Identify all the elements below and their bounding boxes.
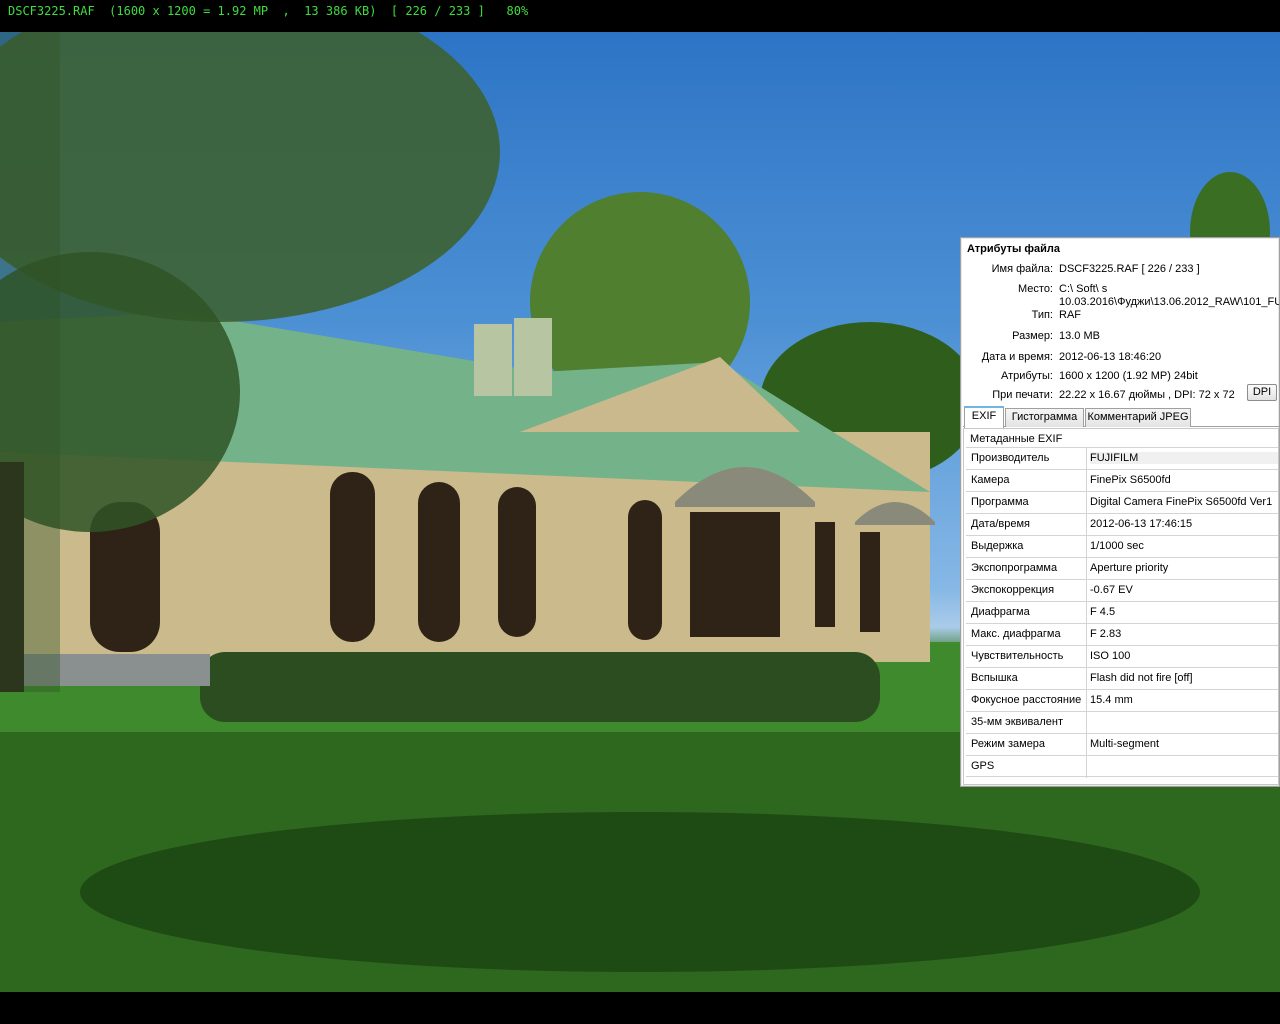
exif-value: Aperture priority xyxy=(1090,562,1169,574)
property-label: Дата и время: xyxy=(981,351,1053,363)
property-value: 22.22 x 16.67 дюймы , DPI: 72 x 72 xyxy=(1059,389,1235,401)
exif-key: Чувствительность xyxy=(971,650,1064,662)
exif-row[interactable]: Фокусное расстояние 15.4 mm xyxy=(966,689,1278,712)
exif-metadata-box: Метаданные EXIF Производитель FUJIFILM Ка… xyxy=(963,428,1279,785)
exif-value: ISO 100 xyxy=(1090,650,1131,662)
property-value: 1600 x 1200 (1.92 MP) 24bit xyxy=(1059,370,1198,382)
exif-value: FinePix S6500fd xyxy=(1090,474,1171,486)
exif-row[interactable]: Дата/время 2012-06-13 17:46:15 xyxy=(966,513,1278,536)
exif-key: Выдержка xyxy=(971,540,1024,552)
property-value: 10.03.2016\Фуджи\13.06.2012_RAW\101_FUJI xyxy=(1059,296,1280,308)
exif-row[interactable]: Программа Digital Camera FinePix S6500fd … xyxy=(966,491,1278,514)
exif-row[interactable]: Режим замера Multi-segment xyxy=(966,733,1278,756)
property-value: 2012-06-13 18:46:20 xyxy=(1059,351,1162,363)
exif-row[interactable]: 35-мм эквивалент xyxy=(966,711,1278,734)
status-bar: DSCF3225.RAF (1600 x 1200 = 1.92 MP , 13… xyxy=(0,0,1280,32)
exif-row[interactable]: Экспопрограмма Aperture priority xyxy=(966,557,1278,580)
exif-row[interactable]: GPS xyxy=(966,755,1278,778)
exif-key: Дата/время xyxy=(971,518,1031,530)
exif-value: Multi-segment xyxy=(1090,738,1160,750)
exif-value: 1/1000 sec xyxy=(1090,540,1144,552)
exif-value: Flash did not fire [off] xyxy=(1090,672,1193,684)
exif-key: Макс. диафрагма xyxy=(971,628,1061,640)
exif-row[interactable]: Вспышка Flash did not fire [off] xyxy=(966,667,1278,690)
exif-value: FUJIFILM xyxy=(1090,452,1278,464)
property-label: Тип: xyxy=(1031,309,1053,321)
file-attributes-panel: Атрибуты файла Имя файла: DSCF3225.RAF [… xyxy=(960,237,1280,787)
exif-value: 2012-06-13 17:46:15 xyxy=(1090,518,1193,530)
property-label: При печати: xyxy=(992,389,1053,401)
exif-value: Digital Camera FinePix S6500fd Ver1 xyxy=(1090,496,1273,508)
tab-bar: EXIF Гистограмма Комментарий JPEG xyxy=(963,406,1279,428)
exif-value: 15.4 mm xyxy=(1090,694,1133,706)
bottom-bar xyxy=(0,992,1280,1024)
exif-value: F 2.83 xyxy=(1090,628,1122,640)
dpi-button[interactable]: DPI xyxy=(1247,384,1277,401)
property-label: Имя файла: xyxy=(991,263,1053,275)
property-value: 13.0 MB xyxy=(1059,330,1100,342)
exif-value: -0.67 EV xyxy=(1090,584,1133,596)
exif-key: Программа xyxy=(971,496,1029,508)
property-value: RAF xyxy=(1059,309,1081,321)
exif-key: GPS xyxy=(971,760,995,772)
status-text: DSCF3225.RAF (1600 x 1200 = 1.92 MP , 13… xyxy=(8,4,529,18)
exif-row[interactable]: Диафрагма F 4.5 xyxy=(966,601,1278,624)
property-label: Место: xyxy=(1018,283,1053,295)
tab-histogram[interactable]: Гистограмма xyxy=(1005,408,1084,427)
exif-row[interactable]: Макс. диафрагма F 2.83 xyxy=(966,623,1278,646)
exif-key: Камера xyxy=(971,474,1010,486)
exif-key: Режим замера xyxy=(971,738,1046,750)
property-value: DSCF3225.RAF [ 226 / 233 ] xyxy=(1059,263,1200,275)
exif-row[interactable]: Производитель FUJIFILM xyxy=(966,447,1278,470)
exif-key: Производитель xyxy=(971,452,1050,464)
exif-row[interactable]: Камера FinePix S6500fd xyxy=(966,469,1278,492)
exif-row[interactable]: Чувствительность ISO 100 xyxy=(966,645,1278,668)
exif-row[interactable]: Выдержка 1/1000 sec xyxy=(966,535,1278,558)
exif-key: Экспокоррекция xyxy=(971,584,1055,596)
exif-key: Фокусное расстояние xyxy=(971,694,1082,706)
exif-title: Метаданные EXIF xyxy=(970,433,1063,445)
exif-key: Экспопрограмма xyxy=(971,562,1058,574)
property-label: Размер: xyxy=(1012,330,1053,342)
property-label: Атрибуты: xyxy=(1001,370,1053,382)
exif-key: Диафрагма xyxy=(971,606,1030,618)
exif-row[interactable]: Экспокоррекция -0.67 EV xyxy=(966,579,1278,602)
exif-key: Вспышка xyxy=(971,672,1018,684)
property-value: C:\ Soft\ s xyxy=(1059,283,1108,295)
panel-title: Атрибуты файла xyxy=(967,243,1061,255)
tab-jpeg-comment[interactable]: Комментарий JPEG xyxy=(1085,408,1191,427)
exif-value: F 4.5 xyxy=(1090,606,1116,618)
exif-key: 35-мм эквивалент xyxy=(971,716,1063,728)
tab-exif[interactable]: EXIF xyxy=(964,406,1004,428)
